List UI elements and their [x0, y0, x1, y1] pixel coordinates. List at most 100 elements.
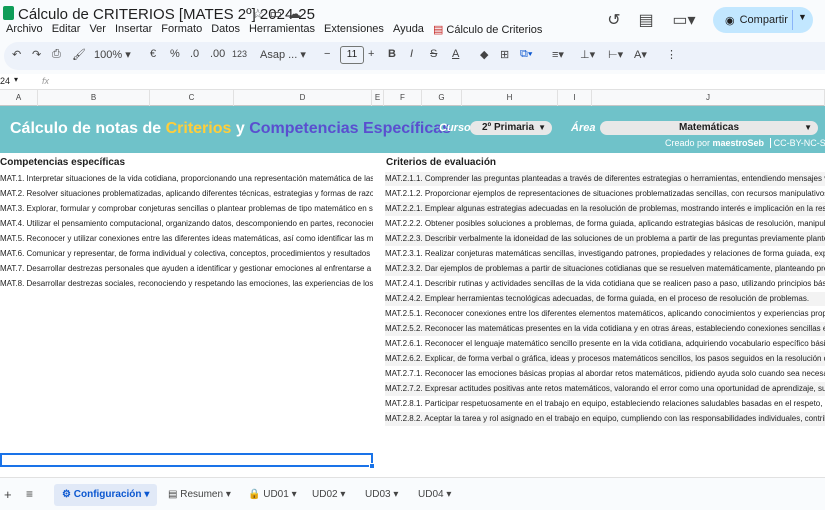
borders-icon[interactable]: ⊞	[500, 48, 509, 61]
print-icon[interactable]: ⎙	[52, 48, 61, 61]
text-color-button[interactable]: A	[452, 48, 459, 60]
credit-license[interactable]: CC-BY-NC-SA	[769, 138, 825, 148]
menu-calculo-criterios[interactable]: ▤ Cálculo de Criterios	[433, 23, 542, 36]
star-icon[interactable]: ☆	[252, 6, 270, 21]
competencia-row[interactable]: MAT.7. Desarrollar destrezas personales …	[0, 262, 373, 276]
criterio-row[interactable]: MAT.2.6.2. Explicar, de forma verbal o g…	[385, 352, 825, 366]
tab-ud01[interactable]: 🔒 UD01 ▾	[240, 484, 305, 506]
sheets-logo-icon[interactable]	[3, 6, 14, 20]
competencia-row[interactable]: MAT.4. Utilizar el pensamiento computaci…	[0, 217, 373, 231]
sheet-grid[interactable]: Competencias específicas Criterios de ev…	[0, 153, 825, 477]
italic-button[interactable]: I	[410, 48, 413, 60]
criterio-row[interactable]: MAT.2.3.2. Dar ejemplos de problemas a p…	[385, 262, 825, 276]
history-icon[interactable]: ↺	[604, 10, 624, 30]
menu-ayuda[interactable]: Ayuda	[393, 23, 424, 36]
chevron-down-icon[interactable]: ▾	[14, 75, 18, 84]
comments-icon[interactable]: ▤	[636, 10, 656, 30]
font-size-input[interactable]: 11	[340, 46, 364, 64]
area-select[interactable]: Matemáticas ▼	[600, 121, 818, 135]
merge-cells-icon[interactable]: ⧉▾	[520, 48, 532, 61]
decrease-decimals-button[interactable]: .0	[190, 48, 199, 60]
criterio-row[interactable]: MAT.2.1.1. Comprender las preguntas plan…	[385, 172, 825, 186]
menu-archivo[interactable]: Archivo	[6, 23, 43, 36]
criterio-row[interactable]: MAT.2.2.3. Describir verbalmente la idon…	[385, 232, 825, 246]
criterio-row[interactable]: MAT.2.8.1. Participar respetuosamente en…	[385, 397, 825, 411]
column-header-c[interactable]: C	[150, 90, 234, 106]
more-options-icon[interactable]: ⋮	[666, 48, 677, 61]
tab-ud02[interactable]: UD02 ▾	[304, 484, 353, 506]
text-rotation-icon[interactable]: A▾	[634, 48, 647, 61]
criterio-row[interactable]: MAT.2.8.2. Aceptar la tarea y rol asigna…	[385, 412, 825, 426]
column-header-j[interactable]: J	[592, 90, 825, 106]
column-header-f[interactable]: F	[384, 90, 422, 106]
criterio-row[interactable]: MAT.2.6.1. Reconocer el lenguaje matemát…	[385, 337, 825, 351]
header-banner: Cálculo de notas de Criterios y Competen…	[0, 106, 825, 153]
globe-icon: ◉	[725, 14, 735, 27]
criterio-row[interactable]: MAT.2.5.1. Reconocer conexiones entre lo…	[385, 307, 825, 321]
menu-formato[interactable]: Formato	[161, 23, 202, 36]
align-horizontal-icon[interactable]: ≡▾	[552, 48, 564, 61]
column-header-g[interactable]: G	[422, 90, 462, 106]
menu-extensiones[interactable]: Extensiones	[324, 23, 384, 36]
font-size-decrease-button[interactable]: −	[324, 48, 330, 60]
column-header-b[interactable]: B	[38, 90, 150, 106]
menu-calculo-criterios-label: Cálculo de Criterios	[446, 24, 543, 36]
tab-ud04[interactable]: UD04 ▾	[410, 484, 459, 506]
menu-ver[interactable]: Ver	[89, 23, 106, 36]
text-wrap-icon[interactable]: ⊢▾	[608, 48, 623, 61]
add-sheet-icon[interactable]: +	[4, 487, 12, 502]
column-header-a[interactable]: A	[0, 90, 38, 106]
zoom-select[interactable]: 100% ▾	[94, 48, 131, 61]
competencia-row[interactable]: MAT.5. Reconocer y utilizar conexiones e…	[0, 232, 373, 246]
currency-button[interactable]: €	[150, 48, 156, 60]
criterio-row[interactable]: MAT.2.5.2. Reconocer las matemáticas pre…	[385, 322, 825, 336]
number-format-button[interactable]: 123	[232, 49, 247, 59]
competencia-row[interactable]: MAT.1. Interpretar situaciones de la vid…	[0, 172, 373, 186]
paint-format-icon[interactable]: 🖌	[72, 48, 86, 61]
align-vertical-icon[interactable]: ⊥▾	[580, 48, 595, 61]
criterio-row[interactable]: MAT.2.4.1. Describir rutinas y actividad…	[385, 277, 825, 291]
competencia-row[interactable]: MAT.6. Comunicar y representar, de forma…	[0, 247, 373, 261]
fill-color-icon[interactable]: ◆	[480, 48, 488, 61]
bold-button[interactable]: B	[388, 48, 396, 60]
competencia-row[interactable]: MAT.2. Resolver situaciones problematiza…	[0, 187, 373, 201]
criterio-row[interactable]: MAT.2.1.2. Proporcionar ejemplos de repr…	[385, 187, 825, 201]
strikethrough-button[interactable]: S	[430, 48, 437, 60]
tab-configuracion[interactable]: ⚙ Configuración ▾	[54, 484, 158, 506]
criterio-row[interactable]: MAT.2.4.2. Emplear herramientas tecnológ…	[385, 292, 825, 306]
credit-author[interactable]: maestroSeb	[713, 138, 765, 148]
share-dropdown-icon[interactable]: ▼	[798, 12, 807, 22]
competencia-row[interactable]: MAT.3. Explorar, formular y comprobar co…	[0, 202, 373, 216]
redo-icon[interactable]: ↷	[32, 48, 41, 61]
percent-button[interactable]: %	[170, 48, 180, 60]
curso-select[interactable]: 2º Primaria ▼	[470, 121, 552, 135]
move-folder-icon[interactable]: ▭	[270, 6, 288, 21]
menu-datos[interactable]: Datos	[211, 23, 240, 36]
criterio-row[interactable]: MAT.2.2.2. Obtener posibles soluciones a…	[385, 217, 825, 231]
menu-insertar[interactable]: Insertar	[115, 23, 152, 36]
font-select[interactable]: Asap ... ▾	[260, 48, 306, 61]
criterio-row[interactable]: MAT.2.7.2. Expresar actitudes positivas …	[385, 382, 825, 396]
criterio-row[interactable]: MAT.2.3.1. Realizar conjeturas matemátic…	[385, 247, 825, 261]
undo-icon[interactable]: ↶	[12, 48, 21, 61]
cloud-status-icon[interactable]: ☁	[288, 6, 307, 21]
column-header-h[interactable]: H	[462, 90, 558, 106]
criterio-row[interactable]: MAT.2.2.1. Emplear algunas estrategias a…	[385, 202, 825, 216]
cell-reference[interactable]: 24	[0, 76, 10, 86]
column-header-i[interactable]: I	[558, 90, 592, 106]
menu-editar[interactable]: Editar	[52, 23, 81, 36]
fill-handle[interactable]	[369, 463, 375, 469]
tab-ud03[interactable]: UD03 ▾	[357, 484, 406, 506]
selected-cell-range[interactable]	[0, 453, 373, 467]
criterio-row[interactable]: MAT.2.7.1. Reconocer las emociones básic…	[385, 367, 825, 381]
competencia-row[interactable]: MAT.8. Desarrollar destrezas sociales, r…	[0, 277, 373, 291]
menu-herramientas[interactable]: Herramientas	[249, 23, 315, 36]
column-header-d[interactable]: D	[234, 90, 372, 106]
increase-decimals-button[interactable]: .00	[210, 48, 225, 60]
tab-resumen[interactable]: ▤ Resumen ▾	[160, 484, 239, 506]
font-size-increase-button[interactable]: +	[368, 48, 374, 60]
share-button[interactable]: ◉ Compartir ▼	[713, 7, 813, 33]
column-header-e[interactable]: E	[372, 90, 384, 106]
all-sheets-icon[interactable]: ≡	[26, 487, 33, 501]
meet-icon[interactable]: ▭▾	[672, 10, 696, 30]
